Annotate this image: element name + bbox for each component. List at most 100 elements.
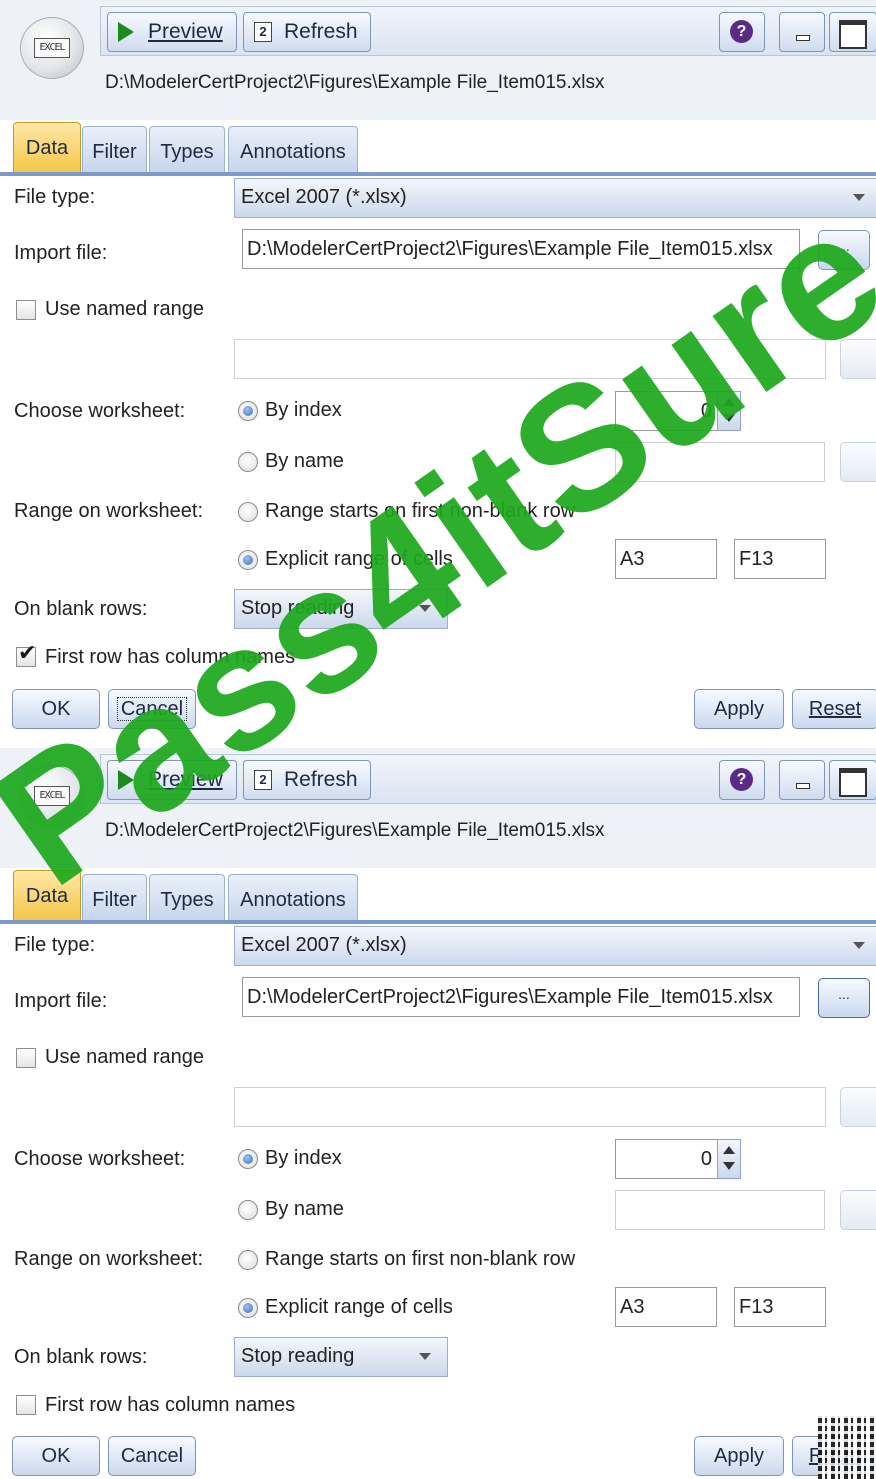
tab-types[interactable]: Types [149, 874, 225, 921]
choose-worksheet-label: Choose worksheet: [14, 400, 186, 422]
worksheet-name-browse-button[interactable] [840, 1190, 876, 1230]
minimize-icon [796, 35, 810, 41]
blank-rows-value: Stop reading [241, 1345, 355, 1367]
range-start-input[interactable]: A3 [615, 539, 717, 579]
first-nonblank-radio[interactable] [238, 1250, 258, 1270]
qr-code-image [818, 1416, 876, 1479]
chevron-down-icon [419, 1353, 431, 1360]
first-nonblank-radio[interactable] [238, 502, 258, 522]
help-button[interactable]: ? [719, 760, 765, 800]
worksheet-index-input[interactable]: 0 [615, 1139, 719, 1179]
spin-down-icon [723, 1162, 735, 1170]
range-on-worksheet-label: Range on worksheet: [14, 500, 204, 522]
use-named-range-checkbox[interactable] [16, 300, 36, 320]
ok-button[interactable]: OK [12, 689, 100, 729]
tab-data[interactable]: Data [13, 870, 81, 923]
first-row-names-label: First row has column names [45, 1394, 296, 1416]
first-row-names-checkbox[interactable] [16, 1395, 36, 1415]
preview-button[interactable]: Preview [107, 12, 237, 52]
range-start-value: A3 [620, 1296, 645, 1318]
minimize-button[interactable] [779, 760, 825, 800]
range-start-value: A3 [620, 548, 645, 570]
range-on-worksheet-label: Range on worksheet: [14, 1248, 204, 1270]
use-named-range-label: Use named range [45, 1046, 204, 1068]
cancel-button[interactable]: Cancel [108, 1436, 196, 1476]
browse-file-button[interactable]: ... [818, 230, 870, 270]
maximize-button[interactable] [829, 760, 876, 800]
range-end-input[interactable]: F13 [734, 1287, 826, 1327]
ok-label: OK [41, 1445, 71, 1467]
excel-node-icon: EXCEL [20, 765, 84, 827]
file-type-select[interactable]: Excel 2007 (*.xlsx) [234, 926, 876, 966]
tab-data[interactable]: Data [13, 122, 81, 175]
excel-node-icon: EXCEL [20, 17, 84, 79]
maximize-icon [839, 768, 867, 797]
spin-up-icon [723, 398, 735, 406]
import-file-input[interactable]: D:\ModelerCertProject2\Figures\Example F… [242, 229, 800, 269]
range-start-input[interactable]: A3 [615, 1287, 717, 1327]
by-name-radio[interactable] [238, 452, 258, 472]
explicit-range-radio[interactable] [238, 1298, 258, 1318]
blank-rows-select[interactable]: Stop reading [234, 589, 448, 629]
named-range-input[interactable] [234, 339, 826, 379]
worksheet-index-input[interactable]: 0 [615, 391, 719, 431]
tab-annotations[interactable]: Annotations [228, 874, 358, 921]
apply-button[interactable]: Apply [694, 1436, 784, 1476]
tab-annotations[interactable]: Annotations [228, 126, 358, 173]
tab-underline [0, 172, 876, 176]
preview-button[interactable]: Preview [107, 760, 237, 800]
preview-label: Preview [148, 768, 223, 791]
excel-node-icon-text: EXCEL [34, 786, 70, 806]
first-row-names-checkbox[interactable]: ✔ [16, 642, 36, 667]
by-index-radio[interactable] [238, 1149, 258, 1169]
named-range-browse-button[interactable] [840, 339, 876, 379]
import-file-label: Import file: [14, 990, 108, 1012]
by-index-label: By index [265, 399, 342, 421]
ok-button[interactable]: OK [12, 1436, 100, 1476]
worksheet-name-input[interactable] [615, 1190, 825, 1230]
file-type-select[interactable]: Excel 2007 (*.xlsx) [234, 178, 876, 218]
by-index-radio[interactable] [238, 401, 258, 421]
refresh-label: Refresh [284, 768, 358, 791]
browse-file-button[interactable]: ... [818, 978, 870, 1018]
cancel-button[interactable]: Cancel [108, 689, 196, 729]
import-file-value: D:\ModelerCertProject2\Figures\Example F… [247, 986, 773, 1008]
explicit-range-label: Explicit range of cells [265, 1296, 453, 1318]
named-range-browse-button[interactable] [840, 1087, 876, 1127]
named-range-input[interactable] [234, 1087, 826, 1127]
help-button[interactable]: ? [719, 12, 765, 52]
play-icon [118, 22, 136, 42]
refresh-icon: 2 [254, 22, 272, 42]
import-file-input[interactable]: D:\ModelerCertProject2\Figures\Example F… [242, 977, 800, 1017]
tab-filter[interactable]: Filter [82, 874, 147, 921]
by-index-label: By index [265, 1147, 342, 1169]
reset-label: Reset [808, 698, 862, 720]
worksheet-name-input[interactable] [615, 442, 825, 482]
range-end-value: F13 [739, 1296, 774, 1318]
index-spinner[interactable] [717, 391, 741, 431]
use-named-range-label: Use named range [45, 298, 204, 320]
chevron-down-icon [853, 194, 865, 201]
checkmark-icon: ✔ [18, 640, 37, 665]
index-spinner[interactable] [717, 1139, 741, 1179]
maximize-button[interactable] [829, 12, 876, 52]
tab-types[interactable]: Types [149, 126, 225, 173]
refresh-button[interactable]: 2 Refresh [243, 12, 371, 52]
excel-source-dialog-1: EXCEL Preview 2 Refresh ? D:\ModelerCert… [0, 0, 876, 742]
worksheet-name-browse-button[interactable] [840, 442, 876, 482]
dialog-header: EXCEL Preview 2 Refresh ? D:\ModelerCert… [0, 0, 876, 120]
use-named-range-checkbox[interactable] [16, 1048, 36, 1068]
spin-up-icon [723, 1146, 735, 1154]
blank-rows-select[interactable]: Stop reading [234, 1337, 448, 1377]
range-end-input[interactable]: F13 [734, 539, 826, 579]
first-nonblank-label: Range starts on first non-blank row [265, 1248, 576, 1270]
apply-button[interactable]: Apply [694, 689, 784, 729]
minimize-button[interactable] [779, 12, 825, 52]
file-type-label: File type: [14, 186, 96, 208]
explicit-range-radio[interactable] [238, 550, 258, 570]
toolbar: Preview 2 Refresh ? [100, 754, 876, 804]
tab-filter[interactable]: Filter [82, 126, 147, 173]
refresh-button[interactable]: 2 Refresh [243, 760, 371, 800]
reset-button[interactable]: Reset [792, 689, 876, 729]
by-name-radio[interactable] [238, 1200, 258, 1220]
